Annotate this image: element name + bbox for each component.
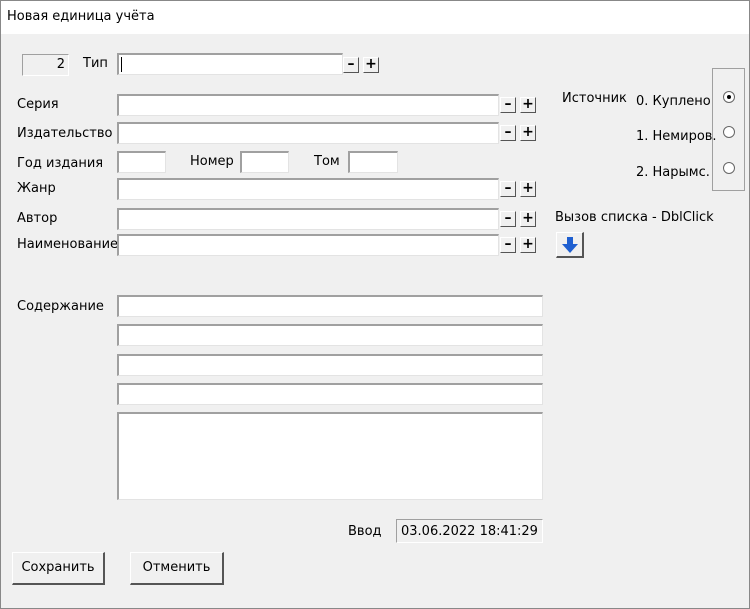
type-minus-button[interactable]: – xyxy=(343,57,359,73)
dialog-window: Новая единица учёта 2 Тип – + Серия – + … xyxy=(0,0,750,609)
series-minus-button[interactable]: – xyxy=(500,97,516,113)
save-button-label: Сохранить xyxy=(21,560,95,575)
entry-datetime-value: 03.06.2022 18:41:29 xyxy=(401,524,538,539)
name-plus-button[interactable]: + xyxy=(520,237,536,253)
name-label: Наименование xyxy=(17,237,119,252)
year-input[interactable] xyxy=(117,151,166,173)
genre-plus-button[interactable]: + xyxy=(520,181,536,197)
author-minus-button[interactable]: – xyxy=(500,211,516,227)
name-minus-button[interactable]: – xyxy=(500,237,516,253)
genre-minus-button[interactable]: – xyxy=(500,181,516,197)
type-input[interactable] xyxy=(117,53,343,75)
list-call-hint: Вызов списка - DblClick xyxy=(555,210,714,225)
source-option-1-label: 1. Немиров. xyxy=(636,129,717,144)
entry-datetime-field: 03.06.2022 18:41:29 xyxy=(396,519,543,543)
genre-label: Жанр xyxy=(17,181,56,196)
radio-selected-dot xyxy=(727,95,731,99)
source-option-0-label: 0. Куплено xyxy=(636,94,711,109)
source-radio-0[interactable] xyxy=(723,91,735,103)
window-title: Новая единица учёта xyxy=(7,9,155,24)
contents-line-2[interactable] xyxy=(117,324,543,346)
cancel-button-label: Отменить xyxy=(142,560,211,575)
type-plus-button[interactable]: + xyxy=(363,57,379,73)
author-input[interactable] xyxy=(117,208,499,230)
source-label: Источник xyxy=(562,91,627,106)
author-plus-button[interactable]: + xyxy=(520,211,536,227)
publisher-minus-button[interactable]: – xyxy=(500,125,516,141)
source-radio-2[interactable] xyxy=(723,162,735,174)
contents-textarea[interactable] xyxy=(117,412,543,500)
volume-label: Том xyxy=(314,154,340,169)
contents-label: Содержание xyxy=(17,299,104,314)
contents-line-4[interactable] xyxy=(117,383,543,405)
volume-input[interactable] xyxy=(348,151,398,173)
year-label: Год издания xyxy=(17,156,104,171)
number-input[interactable] xyxy=(240,151,289,173)
arrow-down-icon xyxy=(562,237,578,253)
series-label: Серия xyxy=(17,97,59,112)
name-input[interactable] xyxy=(117,234,499,256)
source-radio-1[interactable] xyxy=(723,126,735,138)
type-number: 2 xyxy=(56,57,65,72)
source-option-2-label: 2. Нарымс. xyxy=(636,165,710,180)
author-label: Автор xyxy=(17,211,58,226)
list-call-button[interactable] xyxy=(556,232,584,258)
type-number-box: 2 xyxy=(22,54,69,76)
series-plus-button[interactable]: + xyxy=(520,97,536,113)
cancel-button[interactable]: Отменить xyxy=(130,552,224,585)
contents-line-3[interactable] xyxy=(117,354,543,376)
type-label: Тип xyxy=(83,56,108,71)
publisher-label: Издательство xyxy=(17,126,113,141)
number-label: Номер xyxy=(190,154,234,169)
text-caret xyxy=(121,57,122,72)
save-button[interactable]: Сохранить xyxy=(12,552,105,585)
title-bar: Новая единица учёта xyxy=(1,1,749,34)
contents-line-1[interactable] xyxy=(117,295,543,317)
entry-label: Ввод xyxy=(348,524,382,539)
dialog-client-area: 2 Тип – + Серия – + Издательство – + Год… xyxy=(1,34,749,608)
source-radio-group xyxy=(712,68,745,191)
series-input[interactable] xyxy=(117,94,499,116)
publisher-plus-button[interactable]: + xyxy=(520,125,536,141)
genre-input[interactable] xyxy=(117,178,499,200)
publisher-input[interactable] xyxy=(117,122,499,144)
